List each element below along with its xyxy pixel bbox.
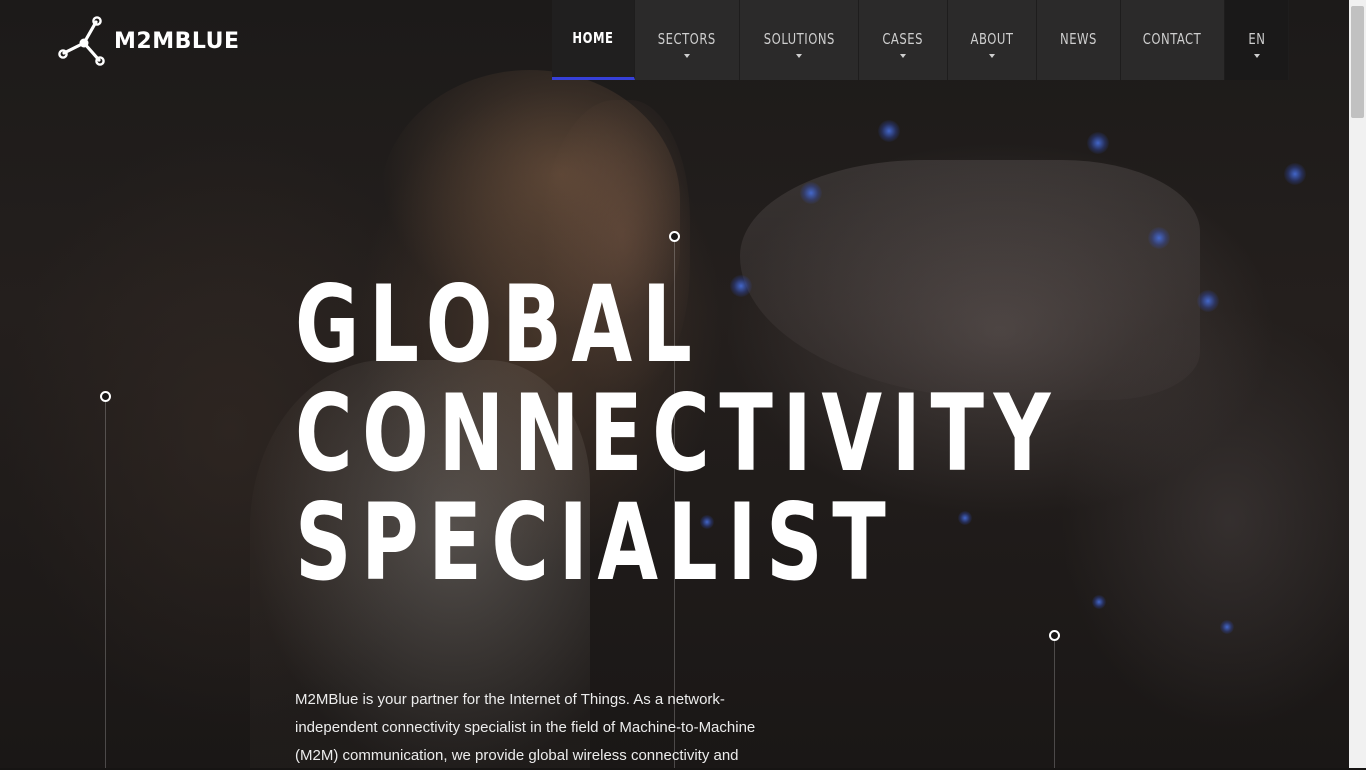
decorative-node-dot (100, 391, 111, 402)
hero-intro-text: M2MBlue is your partner for the Internet… (295, 691, 756, 764)
nav-solutions-label: SOLUTIONS (763, 30, 835, 48)
dropdown-caret-icon (1253, 54, 1260, 58)
nav-about-label: ABOUT (970, 30, 1014, 48)
scrollbar-thumb[interactable] (1351, 6, 1364, 118)
network-node-glow (878, 120, 900, 142)
network-node-glow (1220, 620, 1234, 634)
decorative-node-dot (1049, 630, 1060, 641)
hero-line-1: GLOBAL (295, 263, 702, 386)
nav-news-label: NEWS (1060, 30, 1097, 48)
nav-sectors[interactable]: SECTORS (635, 0, 740, 80)
network-node-glow (800, 182, 822, 204)
hero-headline: GLOBAL CONNECTIVITY SPECIALIST (295, 270, 1060, 597)
decorative-vertical-line (105, 400, 106, 768)
nav-home-label: HOME (572, 28, 614, 47)
language-selector[interactable]: EN (1225, 0, 1289, 80)
dropdown-caret-icon (989, 54, 995, 58)
main-navigation: HOME SECTORS SOLUTIONS CASES ABOUT NEWS … (552, 0, 1289, 80)
network-node-glow (1284, 163, 1306, 185)
nav-contact-label: CONTACT (1143, 30, 1202, 48)
nav-cases-label: CASES (882, 30, 924, 48)
network-node-glow (1092, 595, 1106, 609)
network-node-glow (1087, 132, 1109, 154)
brand-name: M2MBLUE (114, 28, 240, 54)
nav-contact[interactable]: CONTACT (1121, 0, 1225, 80)
network-logo-icon (58, 16, 105, 66)
network-node-glow (1197, 290, 1219, 312)
language-label: EN (1247, 30, 1266, 48)
nav-sectors-label: SECTORS (657, 30, 717, 48)
nav-about[interactable]: ABOUT (948, 0, 1037, 80)
dropdown-caret-icon (796, 54, 802, 58)
dropdown-caret-icon (900, 54, 906, 58)
network-node-glow (1148, 227, 1170, 249)
hero-line-2: CONNECTIVITY (295, 372, 1061, 495)
nav-solutions[interactable]: SOLUTIONS (740, 0, 859, 80)
logo-link[interactable]: M2MBLUE (58, 16, 240, 66)
decorative-vertical-line (1054, 640, 1055, 768)
hero-line-3: SPECIALIST (295, 481, 896, 604)
nav-cases[interactable]: CASES (859, 0, 948, 80)
dropdown-caret-icon (684, 54, 690, 58)
nav-home[interactable]: HOME (552, 0, 635, 80)
nav-news[interactable]: NEWS (1037, 0, 1121, 80)
decorative-node-dot (669, 231, 680, 242)
